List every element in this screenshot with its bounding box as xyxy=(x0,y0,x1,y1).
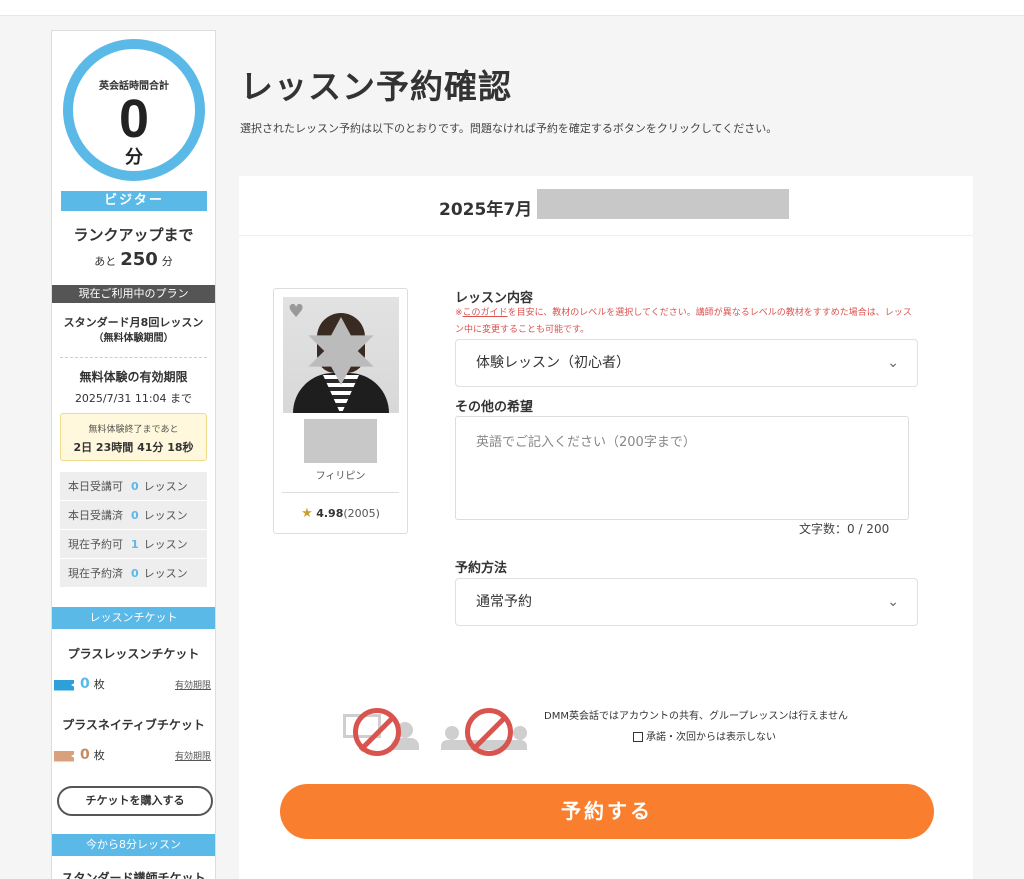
trial-title: 無料体験の有効期限 xyxy=(79,370,188,384)
native-ticket-line: 0枚 有効期限 xyxy=(54,747,211,763)
method-select[interactable]: 通常予約 ⌄ xyxy=(455,578,918,626)
plan-name: スタンダード月8回レッスン （無料体験期間） xyxy=(63,316,204,344)
rankup-remaining: あと 250 分 xyxy=(94,249,173,270)
tutor-rating: ★ 4.98(2005) xyxy=(301,506,380,521)
buy-ticket-button[interactable]: チケットを購入する xyxy=(57,786,213,816)
agree-checkbox[interactable]: 承諾・次回からは表示しない xyxy=(633,728,776,743)
checkbox-icon[interactable] xyxy=(633,732,643,742)
divider xyxy=(60,357,207,358)
plan-header: 現在ご利用中のプラン xyxy=(52,285,215,303)
top-bar xyxy=(0,0,1024,16)
page-title: レッスン予約確認 xyxy=(240,67,512,106)
char-count: 文字数：0 / 200 xyxy=(799,522,890,536)
sharing-notice: DMM英会話ではアカウントの共有、グループレッスンは行えません xyxy=(544,711,849,722)
reserve-button[interactable]: 予約する xyxy=(280,784,934,839)
total-time-value: 0 xyxy=(118,89,150,149)
plus-ticket-line: 0枚 有効期限 xyxy=(54,676,211,692)
ticket-icon xyxy=(54,750,74,762)
no-sharing-icons xyxy=(339,704,539,756)
rank-badge: ビジター xyxy=(61,191,207,211)
date-row: 2025年7月 xyxy=(239,176,973,236)
lesson-content-select[interactable]: 体験レッスン（初心者） ⌄ xyxy=(455,339,918,387)
ticket-icon xyxy=(54,679,74,691)
stat-row: 現在予約可 1 レッスン xyxy=(60,530,207,559)
person-icon xyxy=(445,726,459,740)
tutor-card[interactable]: ♥ フィリピン ★ 4.98(2005) xyxy=(273,288,408,534)
plus-ticket-expiry-link[interactable]: 有効期限 xyxy=(175,678,211,691)
lesson-date: 2025年7月 xyxy=(439,200,533,220)
person-icon xyxy=(513,726,527,740)
stat-row: 現在予約済 0 レッスン xyxy=(60,559,207,588)
page-description: 選択されたレッスン予約は以下のとおりです。問題なければ予約を確定するボタンをクリ… xyxy=(240,122,778,135)
trial-countdown: 無料体験終了まであと 2日 23時間 41分 18秒 xyxy=(60,413,207,461)
other-requests-input[interactable] xyxy=(455,416,909,520)
stat-row: 本日受講済 0 レッスン xyxy=(60,501,207,530)
guide-link[interactable]: このガイド xyxy=(463,308,508,318)
stat-row: 本日受講可 0 レッスン xyxy=(60,472,207,501)
chevron-down-icon: ⌄ xyxy=(887,355,899,371)
redacted-block xyxy=(537,189,789,219)
guide-note: ※このガイドを目安に、教材のレベルを選択してください。講師が異なるレベルの教材を… xyxy=(455,308,912,335)
native-ticket-expiry-link[interactable]: 有効期限 xyxy=(175,749,211,762)
standard-ticket-title: スタンダード講師チケット xyxy=(61,871,206,879)
prohibited-icon xyxy=(465,708,513,756)
lesson-content-label: レッスン内容 xyxy=(455,291,534,306)
total-time-unit: 分 xyxy=(125,147,143,168)
trial-date: 2025/7/31 11:04 まで xyxy=(74,392,193,405)
divider xyxy=(282,492,399,493)
redacted-block xyxy=(304,419,377,463)
other-requests-label: その他の希望 xyxy=(455,400,534,415)
prohibited-icon xyxy=(353,708,401,756)
reservation-card: 2025年7月 ♥ フィリピン ★ 4.98(2005) レッスン内容 ※このガ… xyxy=(239,176,973,879)
now-lesson-header: 今から8分レッスン xyxy=(52,834,215,856)
native-ticket-title: プラスネイティブチケット xyxy=(62,718,205,732)
sidebar: 英会話時間合計 0 分 ビジター ランクアップまで あと 250 分 現在ご利用中の… xyxy=(51,30,216,879)
method-label: 予約方法 xyxy=(455,561,508,576)
chevron-down-icon: ⌄ xyxy=(887,594,899,610)
star-icon: ★ xyxy=(301,506,313,521)
plus-ticket-title: プラスレッスンチケット xyxy=(67,647,200,661)
lesson-stats: 本日受講可 0 レッスン 本日受講済 0 レッスン 現在予約可 1 レッスン 現在予約済 0 レ… xyxy=(60,472,207,588)
rankup-title: ランクアップまで xyxy=(73,226,194,244)
heart-icon[interactable]: ♥ xyxy=(288,301,304,322)
total-time-ring: 英会話時間合計 0 分 xyxy=(63,39,205,181)
tutor-country: フィリピン xyxy=(315,471,366,482)
ticket-header: レッスンチケット xyxy=(52,607,215,629)
